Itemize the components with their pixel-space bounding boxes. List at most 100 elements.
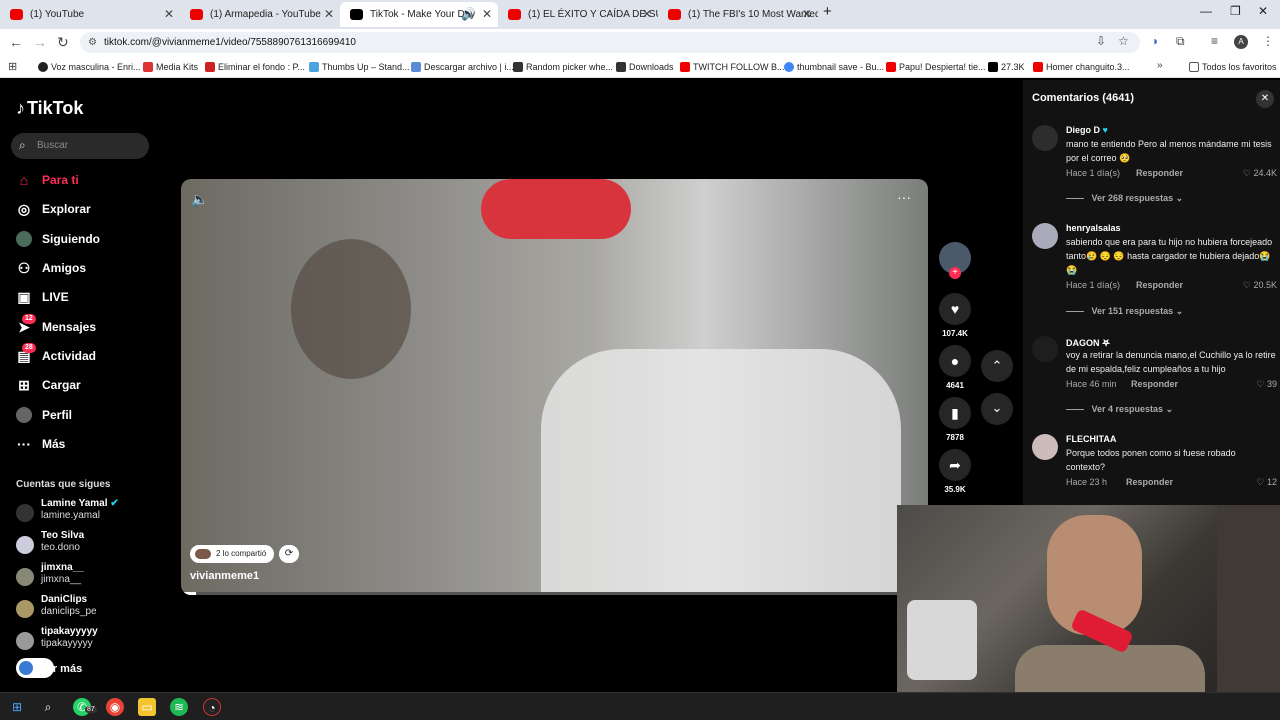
nav-cargar[interactable]: ⊞ Cargar — [16, 374, 156, 396]
reply-button[interactable]: Responder — [1131, 379, 1178, 389]
view-replies[interactable]: —— Ver 151 respuestas ⌄ — [1066, 306, 1183, 317]
media-control-icon[interactable]: ≡ — [1211, 34, 1218, 48]
restore-icon[interactable]: ❐ — [1230, 4, 1241, 18]
next-video-button[interactable]: ⌄ — [981, 393, 1013, 425]
followed-account[interactable]: tipakayyyyy tipakayyyyy — [16, 626, 156, 656]
close-tab-icon[interactable]: ✕ — [642, 2, 652, 27]
close-tab-icon[interactable]: ✕ — [482, 2, 492, 27]
close-tab-icon[interactable]: ✕ — [164, 2, 174, 27]
bookmark-item[interactable]: Downloads — [616, 56, 676, 78]
bookmark-item[interactable]: Homer changuito.3... — [1033, 56, 1133, 78]
minimize-icon[interactable]: — — [1200, 4, 1212, 18]
tiktok-logo[interactable]: ♪ TikTok — [16, 98, 83, 119]
close-comments-icon[interactable]: ✕ — [1256, 90, 1274, 108]
reload-icon[interactable]: ↻ — [57, 34, 69, 51]
comment-button[interactable]: ● 4641 — [938, 345, 972, 390]
followed-account[interactable]: DaniClips daniclips_pe — [16, 594, 156, 624]
comment-like[interactable]: ♡ 39 — [1256, 379, 1277, 390]
avatar[interactable] — [1032, 336, 1058, 362]
menu-kebab-icon[interactable]: ⋮ — [1262, 34, 1274, 48]
audio-icon[interactable]: 🔊 — [461, 2, 476, 27]
close-tab-icon[interactable]: ✕ — [324, 2, 334, 27]
nav-amigos[interactable]: ⚇ Amigos — [16, 257, 156, 279]
spotify-icon[interactable]: ≋ — [170, 698, 188, 716]
chrome-icon[interactable]: ◉ — [106, 698, 124, 716]
comment-like[interactable]: ♡ 20.5K — [1243, 280, 1277, 291]
tab-susy[interactable]: (1) EL ÉXITO Y CAÍDA DE SUSY✕ — [498, 2, 658, 27]
extension-icon[interactable]: ◗ — [1152, 34, 1159, 48]
bookmark-item[interactable]: Media Kits — [143, 56, 201, 78]
bookmark-item[interactable]: Descargar archivo | i... — [411, 56, 514, 78]
bookmark-item[interactable]: Papu! Despierta! tie... — [886, 56, 986, 78]
tab-tiktok[interactable]: TikTok - Make Your Day 🔊 ✕ — [340, 2, 498, 27]
share-button[interactable]: ➦ 35.9K — [938, 449, 972, 494]
tab-youtube[interactable]: (1) YouTube ✕ — [0, 2, 180, 27]
nav-siguiendo[interactable]: Siguiendo — [16, 228, 156, 250]
tab-armapedia[interactable]: (1) Armapedia - YouTube ✕ — [180, 2, 340, 27]
comment-like[interactable]: ♡ 24.4K — [1243, 168, 1277, 179]
bookmark-item[interactable]: Thumbs Up – Stand... — [309, 56, 410, 78]
app-icon[interactable]: ◔ — [203, 698, 221, 716]
bookmark-item[interactable]: Random picker whe... — [513, 56, 613, 78]
avatar[interactable] — [1032, 223, 1058, 249]
extensions-puzzle-icon[interactable]: ⧉ — [1176, 34, 1185, 49]
followed-account[interactable]: jimxna__ jimxna__ — [16, 562, 156, 592]
avatar[interactable] — [1032, 434, 1058, 460]
bookmark-item[interactable]: Voz masculina - Enri... — [38, 56, 141, 78]
like-button[interactable]: ♥ 107.4K — [938, 293, 972, 338]
search-box[interactable]: ⌕ Buscar — [11, 133, 149, 159]
comment-user[interactable]: FLECHITAA — [1066, 434, 1116, 444]
bookmark-item[interactable]: 27.3K — [988, 56, 1028, 78]
nav-explorar[interactable]: ◎ Explorar — [16, 198, 156, 220]
followed-account[interactable]: Teo Silva teo.dono — [16, 530, 156, 560]
more-bookmarks-icon[interactable]: » — [1157, 60, 1163, 71]
nav-perfil[interactable]: Perfil — [16, 404, 156, 426]
file-explorer-icon[interactable]: ▭ — [138, 698, 156, 716]
previous-video-button[interactable]: ⌃ — [981, 350, 1013, 382]
close-window-icon[interactable]: ✕ — [1258, 4, 1268, 18]
comment-user[interactable]: henryalsalas — [1066, 223, 1121, 233]
followed-account[interactable]: Lamine Yamal ✔ lamine.yamal — [16, 498, 156, 528]
bookmark-item[interactable]: thumbnail save - Bu... — [784, 56, 884, 78]
avatar[interactable] — [1032, 125, 1058, 151]
apps-grid-icon[interactable]: ⊞ — [8, 60, 17, 73]
forward-icon[interactable]: → — [33, 34, 47, 50]
profile-avatar-icon[interactable]: A — [1234, 35, 1248, 49]
all-bookmarks-folder[interactable]: Todos los favoritos — [1189, 56, 1277, 78]
video-player[interactable]: 🔈 ··· 2 lo compartió ⟳ vivianmeme1 — [181, 179, 928, 595]
view-replies[interactable]: —— Ver 268 respuestas ⌄ — [1066, 193, 1183, 204]
video-more-icon[interactable]: ··· — [897, 189, 911, 205]
url-field[interactable]: ⚙ tiktok.com/@vivianmeme1/video/755889076… — [80, 32, 1140, 53]
comment-like[interactable]: ♡ 12 — [1256, 477, 1277, 488]
reply-button[interactable]: Responder — [1136, 168, 1183, 178]
mute-icon[interactable]: 🔈 — [191, 191, 208, 208]
follow-plus-icon[interactable]: + — [949, 267, 961, 279]
reply-button[interactable]: Responder — [1136, 280, 1183, 290]
nav-actividad[interactable]: ▤ 28 Actividad — [16, 343, 156, 367]
nav-mas[interactable]: ··· Más — [16, 433, 156, 455]
install-icon[interactable]: ⇩ — [1096, 34, 1106, 48]
windows-start-icon[interactable]: ⊞ — [8, 698, 26, 716]
close-tab-icon[interactable]: ✕ — [802, 2, 812, 27]
see-more-link[interactable]: Ver más — [40, 663, 82, 675]
repost-pill[interactable]: 2 lo compartió — [190, 545, 275, 563]
nav-mensajes[interactable]: ➤ 12 Mensajes — [16, 314, 156, 338]
video-progress-track[interactable] — [181, 592, 928, 595]
bookmark-item[interactable]: TWITCH FOLLOW B... — [680, 56, 785, 78]
video-author[interactable]: vivianmeme1 — [190, 570, 259, 582]
repost-icon[interactable]: ⟳ — [279, 545, 299, 563]
search-icon[interactable]: ⌕ — [39, 698, 57, 716]
author-avatar[interactable]: + — [938, 242, 972, 279]
save-button[interactable]: ▮ 7878 — [938, 397, 972, 442]
back-icon[interactable]: ← — [9, 34, 23, 50]
site-info-icon[interactable]: ⚙ — [88, 32, 97, 53]
reply-button[interactable]: Responder — [1126, 477, 1173, 487]
nav-live[interactable]: ▣ LIVE — [16, 286, 156, 308]
nav-para-ti[interactable]: ⌂ Para ti — [16, 169, 156, 191]
tab-fbi[interactable]: (1) The FBI's 10 Most Wanted ✕ — [658, 2, 818, 27]
view-replies[interactable]: —— Ver 4 respuestas ⌄ — [1066, 404, 1173, 415]
bookmark-item[interactable]: Eliminar el fondo : P... — [205, 56, 305, 78]
bookmark-star-icon[interactable]: ☆ — [1118, 34, 1129, 48]
new-tab-icon[interactable]: + — [823, 3, 832, 20]
comment-user[interactable]: Diego D ♥ — [1066, 125, 1108, 135]
